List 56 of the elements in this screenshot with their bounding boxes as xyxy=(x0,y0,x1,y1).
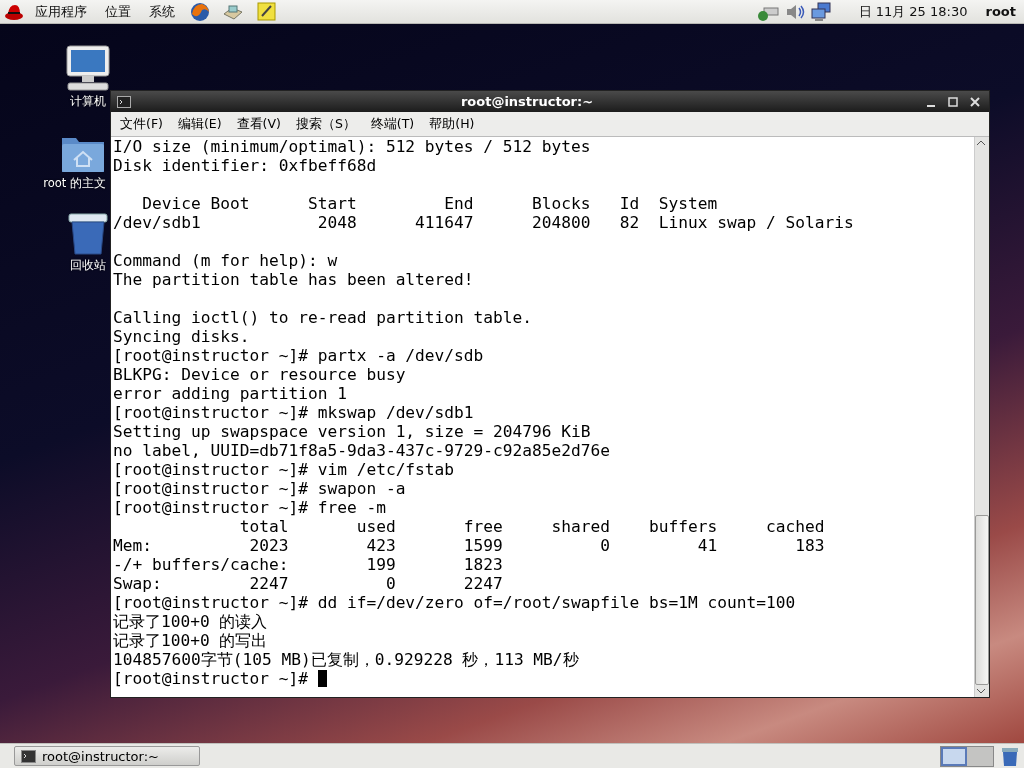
terminal-line: Setting up swapspace version 1, size = 204796 KiB xyxy=(113,422,591,441)
menu-item[interactable]: 查看(V) xyxy=(231,113,286,135)
terminal-line: 104857600字节(105 MB)已复制，0.929228 秒，113 MB/秒 xyxy=(113,650,579,669)
panel-menu[interactable]: 位置 xyxy=(98,0,138,23)
taskbar-button[interactable]: root@instructor:~ xyxy=(14,746,200,766)
menu-item[interactable]: 搜索（S） xyxy=(290,113,361,135)
terminal-icon[interactable] xyxy=(117,95,131,108)
terminal-line: 记录了100+0 的写出 xyxy=(113,631,268,650)
terminal-line: [root@instructor ~]# free -m xyxy=(113,498,386,517)
terminal-line: Syncing disks. xyxy=(113,327,250,346)
workspace-button[interactable] xyxy=(941,746,967,766)
terminal-line: [root@instructor ~]# partx -a /dev/sdb xyxy=(113,346,484,365)
terminal-line: no label, UUID=db71f8a5-9da3-437c-9729-c92a85e2d76e xyxy=(113,441,611,460)
terminal-line: [root@instructor ~]# swapon -a xyxy=(113,479,406,498)
terminal-line: Disk identifier: 0xfbeff68d xyxy=(113,156,377,175)
menu-item[interactable]: 编辑(E) xyxy=(172,113,227,135)
terminal-line: I/O size (minimum/optimal): 512 bytes / 512 bytes xyxy=(113,137,591,156)
terminal-line: BLKPG: Device or resource busy xyxy=(113,365,406,384)
terminal-line: Calling ioctl() to re-read partition table. xyxy=(113,308,533,327)
terminal-line: Mem: 2023 423 1599 0 41 183 xyxy=(113,536,825,555)
terminal-line: The partition table has been altered! xyxy=(113,270,474,289)
scrollbar[interactable] xyxy=(974,137,989,697)
terminal-line: /dev/sdb1 2048 411647 204800 82 Linux swap / Solaris xyxy=(113,213,854,232)
desktop-icon-label[interactable]: 回收站 xyxy=(70,258,106,273)
terminal-line: total used free shared buffers cached xyxy=(238,517,825,536)
trash-icon[interactable] xyxy=(66,210,110,256)
menu-item[interactable]: 文件(F) xyxy=(115,113,168,135)
terminal-line: [root@instructor ~]# mkswap /dev/sdb1 xyxy=(113,403,474,422)
window-title: root@instructor:~ xyxy=(459,94,595,109)
desktop-icon-label[interactable]: 计算机 xyxy=(70,94,106,109)
panel-menu[interactable]: 系统 xyxy=(142,0,182,23)
terminal-line: [root@instructor ~]# vim /etc/fstab xyxy=(113,460,455,479)
close-icon xyxy=(969,95,981,108)
scrollbar-thumb[interactable] xyxy=(975,515,989,685)
notepad-icon[interactable] xyxy=(256,1,277,22)
desktop-icon-label[interactable]: root 的主文 xyxy=(43,176,106,191)
hat-logo-icon[interactable] xyxy=(4,2,24,21)
terminal-line: [root@instructor ~]# xyxy=(113,669,309,688)
terminal-line: Command (m for help): w xyxy=(113,251,338,270)
minimize-icon xyxy=(927,104,935,107)
user-name[interactable]: root xyxy=(985,4,1016,19)
clock-text[interactable]: 日 11月 25 18:30 xyxy=(858,2,968,21)
menu-item[interactable]: 帮助(H) xyxy=(424,113,480,135)
terminal-line: -/+ buffers/cache: 199 1823 xyxy=(113,555,503,574)
terminal-line: error adding partition 1 xyxy=(113,384,347,403)
terminal-line: Device Boot Start End Blocks Id System xyxy=(141,194,718,213)
computer-icon[interactable] xyxy=(64,44,112,92)
network-computers-icon[interactable] xyxy=(810,1,831,22)
globe-browser-icon[interactable] xyxy=(190,1,210,22)
terminal-line: 记录了100+0 的读入 xyxy=(113,612,268,631)
panel-menu[interactable]: 应用程序 xyxy=(28,0,94,23)
maximize-icon xyxy=(947,95,959,108)
menu-item[interactable]: 终端(T) xyxy=(365,113,420,135)
terminal-line: Swap: 2247 0 2247 xyxy=(113,574,503,593)
terminal-line: [root@instructor ~]# dd if=/dev/zero of=/root/swapfile bs=1M count=100 xyxy=(113,593,796,612)
terminal-icon xyxy=(21,749,36,763)
